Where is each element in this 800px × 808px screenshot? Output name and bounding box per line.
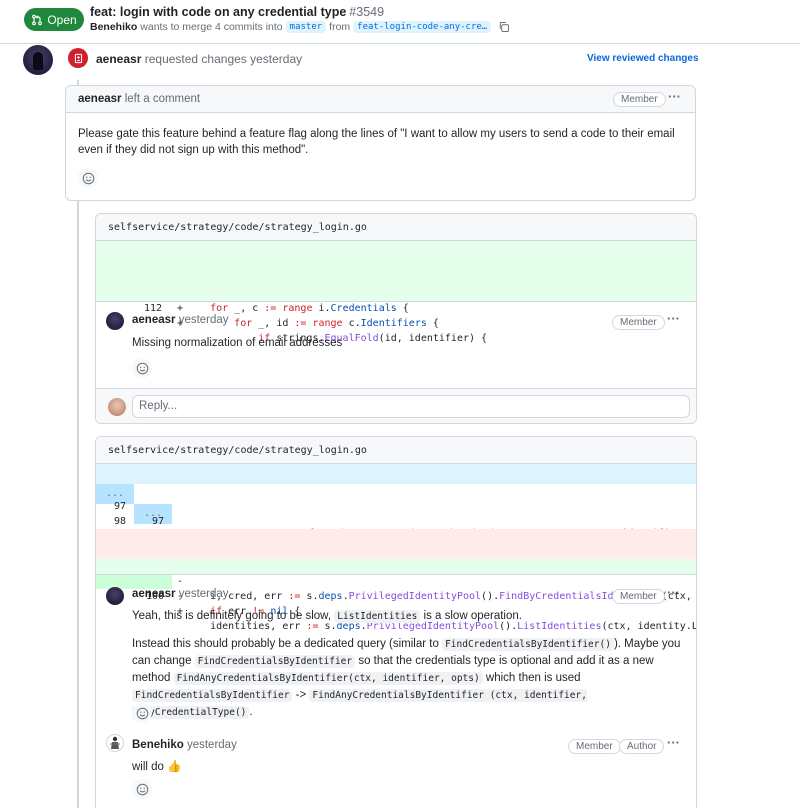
pr-from-text: from <box>329 21 351 33</box>
comment-time[interactable]: yesterday <box>179 588 229 600</box>
smiley-icon <box>136 362 148 374</box>
file-header: selfservice/strategy/code/strategy_login… <box>96 214 696 241</box>
pr-merge-text: wants to merge 4 commits into <box>140 21 283 33</box>
diff-line: 112 + if strings.EqualFold(id, identifie… <box>96 286 696 344</box>
comment-author[interactable]: aeneasr <box>132 314 175 326</box>
kebab-menu-icon[interactable]: ··· <box>667 585 680 600</box>
pr-status-badge: Open <box>24 8 84 31</box>
hunk-header: ... ... @@ -97,16 +97,25 @@ func (s *Str… <box>96 464 696 539</box>
changes-requested-icon <box>68 48 88 68</box>
avatar[interactable] <box>106 734 124 752</box>
pr-title-text: feat: login with code on any credential … <box>90 5 347 19</box>
reply-input[interactable]: Reply... <box>132 395 690 418</box>
pr-status-label: Open <box>47 12 77 27</box>
comment-time[interactable]: yesterday <box>187 739 237 751</box>
add-reaction-button[interactable] <box>78 168 98 188</box>
pr-author-link[interactable]: Benehiko <box>90 21 137 33</box>
inline-code: FindCredentialsByIdentifier <box>132 689 293 702</box>
avatar[interactable] <box>106 587 124 605</box>
copy-icon[interactable] <box>498 21 510 33</box>
smiley-icon <box>82 172 94 184</box>
kebab-menu-icon[interactable]: ··· <box>667 735 680 750</box>
comment-header: aeneasr left a comment Member ··· <box>66 86 695 113</box>
comment-action: left a comment <box>124 93 201 105</box>
kebab-menu-icon[interactable]: ··· <box>668 89 681 104</box>
comment-author[interactable]: Benehiko <box>132 739 184 751</box>
add-reaction-button[interactable] <box>132 779 152 799</box>
reviewer-name[interactable]: aeneasr <box>96 52 141 66</box>
inline-code: ListIdentities <box>334 610 421 623</box>
review-comment: aeneasr left a comment Member ··· Please… <box>65 85 696 201</box>
head-branch[interactable]: feat-login-code-any-cre… <box>353 21 492 33</box>
review-comment-reply: Benehiko yesterday Member Author ··· wil… <box>96 727 696 808</box>
diff-line: 109 + i := identities[0] <box>96 241 696 299</box>
diff-line: 99 99 <box>96 514 696 557</box>
text-segment: -> <box>295 689 307 701</box>
text-segment: is a slow operation. <box>423 610 522 622</box>
comment-body: Please gate this feature behind a featur… <box>78 128 675 156</box>
review-thread-1: selfservice/strategy/code/strategy_login… <box>95 213 697 424</box>
review-summary: aeneasr requested changes yesterday <box>96 52 302 66</box>
pr-meta: Benehiko wants to merge 4 commits into m… <box>90 21 510 33</box>
comment-author[interactable]: aeneasr <box>78 93 121 105</box>
review-thread-2: selfservice/strategy/code/strategy_login… <box>95 436 697 808</box>
member-badge: Member <box>612 315 665 330</box>
text-segment: Instead this should probably be a dedica… <box>132 638 439 650</box>
reply-bar: Reply... <box>96 388 696 423</box>
review-comment-reply: aeneasr yesterday Member ··· Yeah, this … <box>96 575 696 725</box>
add-reaction-button[interactable] <box>132 703 152 723</box>
pull-request-icon <box>32 14 43 25</box>
diff-line: 111 + for _, id := range c.Identifiers { <box>96 271 696 329</box>
inline-code: FindCredentialsByIdentifier() <box>442 638 614 651</box>
inline-code: FindCredentialsByIdentifier <box>194 655 356 668</box>
diff-line-deleted: 100 - i, cred, err := s.deps.PrivilegedI… <box>96 529 696 602</box>
pr-header: Open feat: login with code on any creden… <box>0 0 800 44</box>
file-path[interactable]: selfservice/strategy/code/strategy_login… <box>108 445 367 456</box>
text-segment: which then is used <box>485 672 581 684</box>
diff-line-deleted: 101 - if err != nil { <box>96 544 696 617</box>
kebab-menu-icon[interactable]: ··· <box>667 311 680 326</box>
comment-body: Missing normalization of email addresses <box>132 337 343 349</box>
current-user-avatar <box>108 398 126 416</box>
comment-author-line: aeneasr left a comment <box>78 93 200 105</box>
comment-author-line: Benehiko yesterday <box>132 739 237 751</box>
comment-author-line: aeneasr yesterday <box>132 314 229 326</box>
diff-line-added: 100 + identities, err := s.deps.Privileg… <box>96 559 696 632</box>
add-reaction-button[interactable] <box>132 358 152 378</box>
reviewer-avatar[interactable] <box>23 45 53 75</box>
comment-author-line: aeneasr yesterday <box>132 588 229 600</box>
pr-title: feat: login with code on any credential … <box>90 5 384 19</box>
member-badge: Member <box>613 92 666 107</box>
diff-line: 97 97 ctx, span := s.deps.Tracer(ctx).Tr… <box>96 484 696 542</box>
review-comment-reply: aeneasr yesterday Member ··· Missing nor… <box>96 302 696 388</box>
comment-time[interactable]: yesterday <box>179 314 229 326</box>
avatar[interactable] <box>106 312 124 330</box>
comment-paragraph-2: Instead this should probably be a dedica… <box>132 636 686 721</box>
comment-author[interactable]: aeneasr <box>132 588 175 600</box>
comment-body: will do 👍 <box>132 761 182 773</box>
pr-number: #3549 <box>349 5 385 19</box>
diff-line: 110 + for _, c := range i.Credentials { <box>96 256 696 314</box>
diff-line: 98 98 defer otelx.End(span, &err) <box>96 499 696 557</box>
view-reviewed-changes-link[interactable]: View reviewed changes <box>587 53 699 64</box>
smiley-icon <box>136 783 148 795</box>
file-header: selfservice/strategy/code/strategy_login… <box>96 437 696 464</box>
review-action: requested changes yesterday <box>144 52 303 66</box>
base-branch[interactable]: master <box>285 21 327 33</box>
text-segment: . <box>249 706 253 718</box>
comment-paragraph-1: Yeah, this is definitely going to be slo… <box>132 608 682 625</box>
inline-code: FindAnyCredentialsByIdentifier(ctx, iden… <box>173 672 483 685</box>
file-path[interactable]: selfservice/strategy/code/strategy_login… <box>108 222 367 233</box>
author-badge: Author <box>619 739 665 754</box>
text-segment: Yeah, this is definitely going to be slo… <box>132 610 332 622</box>
smiley-icon <box>136 707 148 719</box>
member-badge: Member <box>612 589 665 604</box>
member-badge: Member <box>568 739 621 754</box>
